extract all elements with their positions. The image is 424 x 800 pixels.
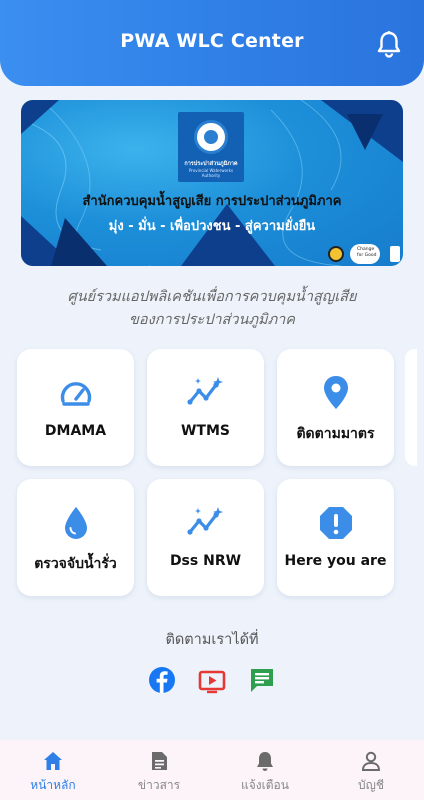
app-card-partial[interactable] <box>405 349 417 466</box>
youtube-tv-icon <box>198 670 226 694</box>
nav-notifications[interactable]: แจ้งเตือน <box>212 740 318 800</box>
logo-text-en: Provincial Waterworks Authority <box>188 168 234 178</box>
chat-icon <box>251 669 273 692</box>
app-card-here-you-are[interactable]: Here you are <box>277 479 394 596</box>
person-icon <box>361 751 381 771</box>
trend-sparkle-icon <box>186 507 223 535</box>
app-card-label: ตรวจจับน้ำรั่ว <box>34 556 117 572</box>
app-card-meter-tracking[interactable]: ติดตามมาตร <box>277 349 394 466</box>
home-icon <box>44 752 62 770</box>
hero-banner[interactable]: การประปาส่วนภูมิภาค Provincial Waterwork… <box>21 100 403 266</box>
water-drop-icon <box>64 507 87 539</box>
nav-label: แจ้งเตือน <box>241 778 289 792</box>
bell-icon <box>257 752 273 771</box>
description-line-2: ของการประปาส่วนภูมิภาค <box>129 312 295 328</box>
change-for-good-logo: Change for Good <box>350 244 380 264</box>
alert-octagon-icon <box>319 507 352 539</box>
app-card-dss-nrw[interactable]: Dss NRW <box>147 479 264 596</box>
nav-news[interactable]: ข่าวสาร <box>106 740 212 800</box>
app-card-wtms[interactable]: WTMS <box>147 349 264 466</box>
app-description: ศูนย์รวมแอปพลิเคชันเพื่อการควบคุมน้ำสูญเ… <box>0 286 424 332</box>
facebook-icon <box>149 667 175 693</box>
partner-badge-icon <box>390 246 400 262</box>
app-card-label: Dss NRW <box>169 553 242 569</box>
logo-text-th: การประปาส่วนภูมิภาค <box>184 161 238 167</box>
nav-label: ข่าวสาร <box>137 778 181 792</box>
app-card-label: ติดตามมาตร <box>296 426 375 442</box>
speedometer-icon <box>60 382 91 406</box>
pwa-seal-icon <box>194 120 228 154</box>
partner-logo-icon <box>328 246 344 262</box>
nav-label: หน้าหลัก <box>30 778 76 792</box>
app-card-label: DMAMA <box>44 423 107 439</box>
facebook-link[interactable] <box>148 666 176 694</box>
follow-us-label: ติดตามเราได้ที่ <box>165 632 259 648</box>
app-card-leak-detection[interactable]: ตรวจจับน้ำรั่ว <box>17 479 134 596</box>
pwa-logo: การประปาส่วนภูมิภาค Provincial Waterwork… <box>178 112 244 182</box>
notification-bell-button[interactable] <box>376 30 402 58</box>
app-card-label: WTMS <box>180 423 230 439</box>
app-title: PWA WLC Center <box>120 30 304 52</box>
trend-sparkle-icon <box>186 377 223 405</box>
chat-link[interactable] <box>248 666 276 694</box>
banner-headline: สำนักควบคุมน้ำสูญเสีย การประปาส่วนภูมิภา… <box>82 194 342 209</box>
news-icon <box>152 752 167 770</box>
nav-home[interactable]: หน้าหลัก <box>0 740 106 800</box>
app-card-label: Here you are <box>284 553 387 569</box>
location-pin-icon <box>323 376 348 409</box>
app-header: PWA WLC Center <box>0 0 424 86</box>
bottom-navigation: หน้าหลัก ข่าวสาร แจ้งเตือน บัญชี <box>0 740 424 800</box>
nav-account[interactable]: บัญชี <box>318 740 424 800</box>
app-card-dmama[interactable]: DMAMA <box>17 349 134 466</box>
banner-slogan: มุ่ง - มั่น - เพื่อปวงชน - สู่ความยั่งยื… <box>108 219 316 234</box>
description-line-1: ศูนย์รวมแอปพลิเคชันเพื่อการควบคุมน้ำสูญเ… <box>67 289 357 305</box>
nav-label: บัญชี <box>358 778 384 792</box>
bell-icon <box>377 31 401 58</box>
youtube-link[interactable] <box>198 666 226 694</box>
